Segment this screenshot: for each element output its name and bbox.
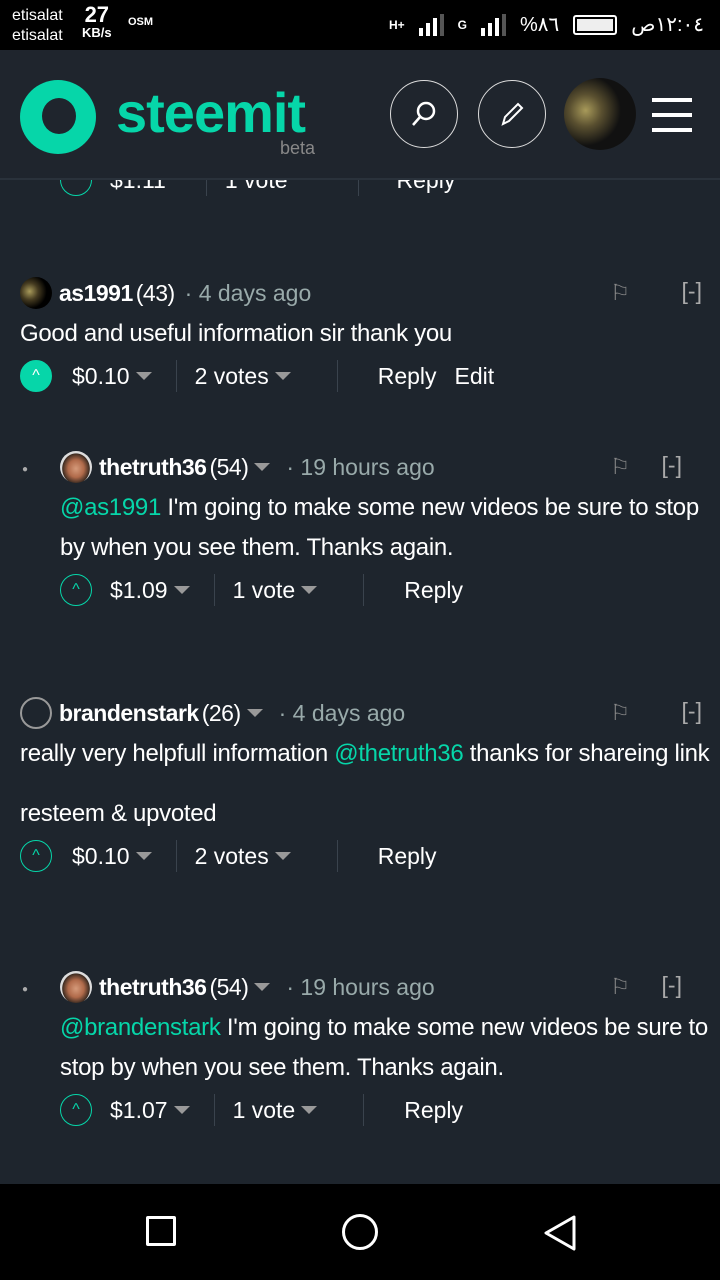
- status-bar: etisalat etisalat 27 KB/s OSM H+ G %٨٦ ١٢:…: [0, 0, 720, 50]
- battery-percent: %٨٦: [520, 14, 560, 36]
- thread-dot: ●: [22, 984, 29, 995]
- votes[interactable]: 2 votes: [195, 843, 269, 870]
- collapse-button[interactable]: [-]: [682, 278, 702, 305]
- reputation: (54): [209, 973, 249, 1000]
- comment-body: @as1991 I'm going to make some new video…: [60, 488, 720, 568]
- comment-text: thanks for shareing link: [463, 740, 710, 767]
- avatar[interactable]: [60, 451, 92, 483]
- payout[interactable]: $0.10: [72, 363, 130, 390]
- payout[interactable]: $1.09: [110, 577, 168, 604]
- mention-link[interactable]: @brandenstark: [60, 1014, 221, 1041]
- comment-reply: ● thetruth36 (54) · 19 hours ago ⚐ [-] @as1…: [22, 451, 720, 610]
- mention-link[interactable]: @thetruth36: [334, 740, 463, 767]
- back-button[interactable]: [542, 1214, 578, 1252]
- username[interactable]: brandenstark: [59, 700, 199, 727]
- signal-icon-2: [481, 13, 506, 36]
- comment-text: really very helpfull information: [20, 740, 335, 767]
- collapse-button[interactable]: [-]: [662, 452, 682, 479]
- carrier-1: etisalat: [12, 7, 63, 24]
- user-avatar[interactable]: [564, 78, 636, 150]
- thread-dot: ●: [22, 464, 29, 475]
- user-dropdown-icon[interactable]: [254, 463, 271, 471]
- network-type-2: G: [457, 17, 467, 32]
- home-button[interactable]: [342, 1214, 378, 1250]
- carrier-2: etisalat: [12, 27, 63, 44]
- beta-label: beta: [280, 138, 316, 158]
- comment-reply: ● thetruth36 (54) · 19 hours ago ⚐ [-] @bra…: [22, 971, 720, 1130]
- timestamp[interactable]: · 19 hours ago: [286, 974, 434, 1001]
- timestamp[interactable]: · 4 days ago: [279, 700, 406, 727]
- network-speed: 27: [84, 2, 110, 27]
- payout-dropdown-icon[interactable]: [135, 372, 152, 380]
- upvote-button[interactable]: ^: [60, 1094, 92, 1126]
- timestamp[interactable]: · 4 days ago: [185, 280, 312, 307]
- votes-dropdown-icon[interactable]: [274, 852, 291, 860]
- mention-link[interactable]: @as1991: [60, 494, 161, 521]
- comment-body: Good and useful information sir thank yo…: [20, 320, 452, 347]
- avatar[interactable]: [60, 971, 92, 1003]
- upvote-button[interactable]: ^: [60, 574, 92, 606]
- flag-icon[interactable]: ⚐: [610, 974, 630, 1000]
- votes[interactable]: 2 votes: [195, 363, 269, 390]
- reply-button[interactable]: Reply: [404, 577, 463, 604]
- reputation: (26): [201, 699, 241, 726]
- user-dropdown-icon[interactable]: [254, 983, 271, 991]
- battery-icon: [573, 14, 618, 35]
- upvote-button[interactable]: ^: [20, 360, 52, 392]
- write-post-button[interactable]: [478, 80, 546, 148]
- reputation: (43): [135, 279, 175, 306]
- pencil-icon: [501, 102, 524, 126]
- top-header: steemit beta: [0, 50, 720, 180]
- flag-icon[interactable]: ⚐: [610, 454, 630, 480]
- steemit-logo-icon[interactable]: [20, 80, 96, 154]
- payout[interactable]: $0.10: [72, 843, 130, 870]
- osm-icon: OSM: [128, 16, 154, 28]
- username[interactable]: as1991: [59, 280, 133, 307]
- payout-dropdown-icon[interactable]: [173, 586, 190, 594]
- network-type-1: H+: [388, 17, 405, 32]
- votes-dropdown-icon[interactable]: [301, 1106, 318, 1114]
- payout-dropdown-icon[interactable]: [135, 852, 152, 860]
- reply-button[interactable]: Reply: [378, 363, 437, 390]
- votes-dropdown-icon[interactable]: [301, 586, 318, 594]
- recent-apps-button[interactable]: [146, 1216, 176, 1246]
- collapse-button[interactable]: [-]: [682, 698, 702, 725]
- signal-icon-1: [418, 13, 444, 36]
- votes[interactable]: 1 vote: [233, 1097, 296, 1124]
- comment-text: resteem & upvoted: [20, 800, 217, 827]
- clock: ١٢:٠٤ص: [631, 14, 704, 36]
- flag-icon[interactable]: ⚐: [610, 700, 630, 726]
- hamburger-menu-icon[interactable]: [652, 98, 692, 143]
- reply-button[interactable]: Reply: [378, 843, 437, 870]
- android-nav-bar: [0, 1184, 720, 1280]
- payout[interactable]: $1.07: [110, 1097, 168, 1124]
- flag-icon[interactable]: ⚐: [610, 280, 630, 306]
- speed-unit: KB/s: [82, 25, 112, 40]
- avatar[interactable]: [20, 697, 52, 729]
- payout-dropdown-icon[interactable]: [173, 1106, 190, 1114]
- edit-button[interactable]: Edit: [455, 363, 495, 390]
- username[interactable]: thetruth36: [99, 974, 207, 1001]
- comment: as1991 (43) · 4 days ago ⚐ [-] Good and use…: [20, 277, 720, 396]
- comment-body: really very helpfull information @thetru…: [20, 734, 720, 774]
- votes[interactable]: 1 vote: [233, 577, 296, 604]
- search-button[interactable]: [390, 80, 458, 148]
- timestamp[interactable]: · 19 hours ago: [286, 454, 434, 481]
- avatar[interactable]: [20, 277, 52, 309]
- upvote-button[interactable]: ^: [20, 840, 52, 872]
- collapse-button[interactable]: [-]: [662, 972, 682, 999]
- votes-dropdown-icon[interactable]: [274, 372, 291, 380]
- username[interactable]: thetruth36: [99, 454, 207, 481]
- comment: brandenstark (26) · 4 days ago ⚐ [-] really…: [20, 697, 720, 876]
- reputation: (54): [209, 453, 249, 480]
- search-icon: [412, 101, 436, 126]
- reply-button[interactable]: Reply: [404, 1097, 463, 1124]
- comment-body: @brandenstark I'm going to make some new…: [60, 1008, 720, 1088]
- user-dropdown-icon[interactable]: [246, 709, 263, 717]
- steemit-logo-text[interactable]: steemit: [116, 80, 306, 145]
